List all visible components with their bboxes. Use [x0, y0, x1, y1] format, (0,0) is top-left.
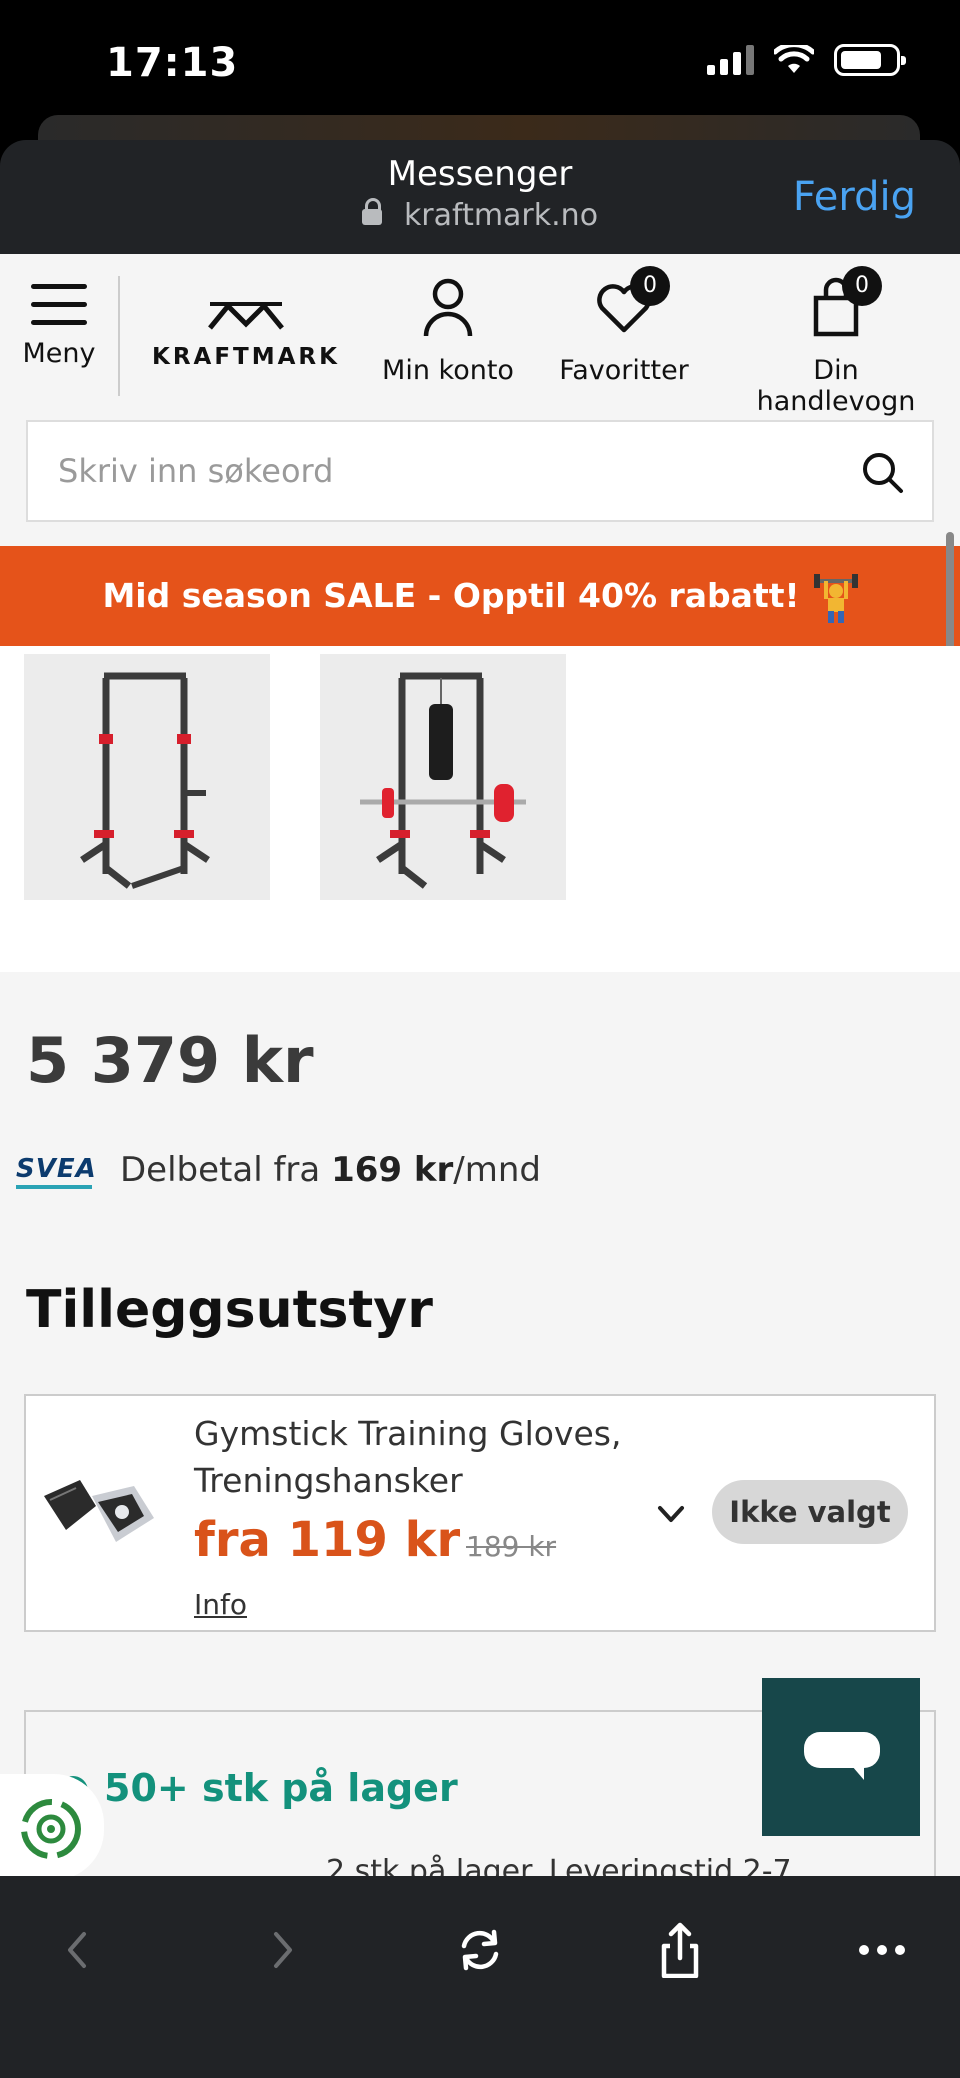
accessory-old-price: 189 kr	[466, 1530, 557, 1563]
weightlifter-emoji-icon	[813, 573, 858, 623]
svea-logo-text: SVEA	[16, 1154, 97, 1184]
menu-label: Meny	[22, 338, 96, 369]
cart-count-badge: 0	[842, 266, 882, 306]
installment-amount: 169 kr	[331, 1150, 454, 1190]
back-arrow-icon[interactable]	[48, 1922, 108, 1978]
accessory-name[interactable]: Gymstick Training Gloves, Treningshanske…	[194, 1410, 654, 1504]
kraftmark-logo[interactable]: KRAFTMARK	[152, 300, 340, 370]
forward-arrow-icon[interactable]	[252, 1922, 312, 1978]
more-options-icon[interactable]	[852, 1922, 912, 1978]
reload-icon[interactable]	[450, 1922, 510, 1978]
svea-logo: SVEA	[16, 1154, 97, 1189]
accessory-price: fra 119 kr	[194, 1512, 461, 1568]
power-rack-image	[80, 672, 210, 889]
url-text: kraftmark.no	[403, 198, 599, 233]
product-thumbnail[interactable]	[320, 654, 566, 900]
account-label: Min konto	[382, 355, 514, 386]
search-input[interactable]: Skriv inn søkeord	[26, 420, 934, 522]
wifi-icon	[774, 45, 814, 73]
sale-banner[interactable]: Mid season SALE - Opptil 40% rabatt!	[0, 546, 960, 646]
web-page: Meny KRAFTMARK Min konto Favoritter 0 Di…	[0, 254, 960, 1876]
product-price: 5 379 kr	[26, 1024, 314, 1097]
stock-status: 50+ stk på lager	[104, 1766, 458, 1810]
cart-label: Din handlevogn	[756, 355, 916, 417]
power-rack-with-bag-image	[360, 672, 526, 889]
lock-icon	[361, 198, 382, 225]
done-button[interactable]: Ferdig	[793, 174, 916, 220]
hamburger-icon	[31, 276, 87, 325]
recycle-icon	[21, 1799, 81, 1859]
product-thumbnail[interactable]	[24, 654, 270, 900]
installment-prefix: Delbetal fra	[120, 1150, 332, 1190]
accessory-select-button[interactable]: Ikke valgt	[712, 1480, 908, 1544]
logo-text: KRAFTMARK	[152, 344, 340, 370]
user-icon	[423, 278, 473, 337]
eco-badge[interactable]	[0, 1774, 104, 1876]
favorites-label: Favoritter	[559, 355, 689, 386]
favorites-count-badge: 0	[630, 266, 670, 306]
stock-detail: 2 stk på lager. Leveringstid 2-7	[326, 1854, 792, 1876]
chevron-down-icon[interactable]	[656, 1502, 686, 1526]
search-placeholder: Skriv inn søkeord	[58, 452, 334, 490]
browser-toolbar	[0, 1876, 960, 2078]
menu-button[interactable]: Meny	[18, 276, 100, 369]
status-icons	[707, 44, 906, 76]
installment-suffix: /mnd	[453, 1150, 541, 1190]
accessories-heading: Tilleggsutstyr	[26, 1280, 433, 1340]
accessory-info-link[interactable]: Info	[194, 1588, 247, 1621]
cart-link[interactable]: Din handlevogn	[734, 276, 938, 417]
account-link[interactable]: Min konto	[372, 276, 524, 386]
clock: 17:13	[106, 40, 239, 86]
status-bar: 17:13	[0, 0, 960, 128]
in-app-browser-header: Messenger kraftmark.no Ferdig	[0, 140, 960, 254]
share-icon[interactable]	[650, 1922, 710, 1978]
cellular-signal-icon	[707, 45, 754, 75]
accessory-item: Gymstick Training Gloves, Treningshanske…	[24, 1394, 936, 1632]
installment-info: Delbetal fra 169 kr/mnd	[120, 1150, 541, 1190]
favorites-link[interactable]: Favoritter	[552, 276, 696, 386]
chat-button[interactable]	[762, 1678, 920, 1836]
site-header: Meny KRAFTMARK Min konto Favoritter 0 Di…	[0, 254, 960, 417]
product-thumbnails	[0, 646, 960, 972]
battery-icon	[834, 44, 906, 76]
training-gloves-image	[44, 1480, 154, 1542]
sale-banner-text: Mid season SALE - Opptil 40% rabatt!	[102, 576, 800, 615]
search-icon[interactable]	[860, 450, 904, 494]
logo-mountain-icon	[208, 302, 284, 330]
chat-bubble-icon	[804, 1732, 880, 1768]
nav-divider	[118, 276, 120, 396]
